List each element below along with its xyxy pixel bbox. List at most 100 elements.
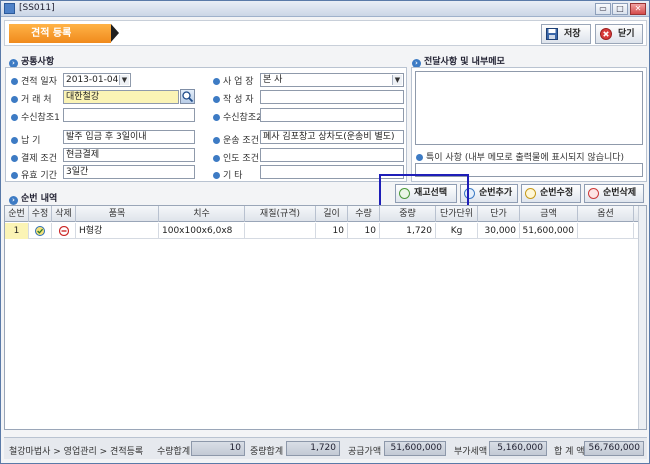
tab-arrow-icon (111, 24, 119, 42)
detail-grid: 순번 수정 삭제 품목 치수 재질(규격) 길이 수량 중량 단가단위 단가 금… (4, 205, 647, 430)
search-icon (182, 91, 194, 103)
common-title-text: 공통사항 (21, 57, 55, 67)
row-delete-label: 순번삭제 (603, 188, 637, 198)
cell-qty: 10 (348, 223, 380, 239)
client-label: 거 래 처 (11, 92, 52, 105)
delivery-field[interactable]: 발주 입금 후 3일이내 (63, 130, 195, 144)
col-weight[interactable]: 중량 (380, 206, 436, 222)
status-bar: 철강마법사 > 영업관리 > 견적등록 수량합계 10 중량합계 1,720 공… (4, 437, 647, 459)
ref2-field[interactable] (260, 108, 404, 122)
close-label: 닫기 (618, 29, 635, 39)
vat-value: 5,160,000 (489, 441, 547, 456)
cell-material (245, 223, 316, 239)
grid-vertical-scrollbar[interactable] (638, 206, 646, 429)
app-window: [SS011] ▭ □ ✕ 견적 등록 저장 닫기 › 공통사항 견적 일자 20… (0, 0, 650, 464)
memo-textarea[interactable] (415, 71, 643, 145)
common-section-title: › 공통사항 (9, 54, 54, 68)
cell-price: 30,000 (478, 223, 520, 239)
validity-label: 유효 기간 (11, 168, 57, 181)
transport-value: 폐사 김포창고 상차도(운송비 별도) (263, 132, 395, 142)
col-amount[interactable]: 금액 (520, 206, 578, 222)
vat-label: 부가세액 (454, 447, 488, 457)
validity-field[interactable]: 3일간 (63, 165, 195, 179)
row-edit-cell[interactable] (29, 223, 52, 239)
delivery-label: 납 기 (11, 133, 40, 146)
table-row[interactable]: 1 H형강 100x100x6,0x8 10 10 1,720 Kg 30,00… (5, 223, 639, 239)
edit-icon (525, 188, 536, 199)
chevron-down-icon[interactable]: ▼ (119, 75, 129, 85)
memo-title-text: 전달사항 및 내부메모 (424, 57, 505, 67)
writer-label: 작 성 자 (213, 92, 254, 105)
col-seq[interactable]: 순번 (5, 206, 29, 222)
row-delete-button[interactable]: 순번삭제 (584, 184, 644, 203)
weight-total-value: 1,720 (286, 441, 340, 456)
client-value: 대한철강 (66, 92, 100, 102)
cell-item: H형강 (76, 223, 159, 239)
col-delete[interactable]: 삭제 (52, 206, 76, 222)
client-field[interactable]: 대한철강 (63, 90, 179, 104)
col-option[interactable]: 옵션 (578, 206, 634, 222)
ref2-label: 수신참조2 (213, 110, 262, 123)
supply-value: 51,600,000 (384, 441, 446, 456)
row-delete-cell[interactable] (52, 223, 76, 239)
detail-section-title: › 순번 내역 (9, 191, 57, 205)
supply-label: 공급가액 (348, 447, 382, 457)
cell-option (578, 223, 634, 239)
cell-size: 100x100x6,0x8 (159, 223, 245, 239)
grid-header: 순번 수정 삭제 품목 치수 재질(규격) 길이 수량 중량 단가단위 단가 금… (5, 206, 639, 222)
save-button[interactable]: 저장 (541, 24, 591, 44)
branch-label: 사 업 장 (213, 74, 254, 87)
col-price[interactable]: 단가 (478, 206, 520, 222)
close-button[interactable]: 닫기 (595, 24, 643, 44)
col-item[interactable]: 품목 (76, 206, 159, 222)
chevron-down-icon[interactable]: ▼ (392, 75, 402, 85)
maximize-button[interactable]: □ (612, 3, 628, 15)
cell-amount: 51,600,000 (520, 223, 578, 239)
row-edit-label: 순번수정 (540, 188, 574, 198)
cell-unit: Kg (436, 223, 478, 239)
validity-value: 3일간 (66, 167, 89, 177)
transport-label: 운송 조건 (213, 133, 259, 146)
save-icon (546, 28, 558, 40)
col-size[interactable]: 치수 (159, 206, 245, 222)
ref1-label: 수신참조1 (11, 110, 60, 123)
col-qty[interactable]: 수량 (348, 206, 380, 222)
client-search-button[interactable] (180, 89, 195, 104)
payment-label: 결제 조건 (11, 151, 57, 164)
col-edit[interactable]: 수정 (29, 206, 52, 222)
handover-label: 인도 조건 (213, 151, 259, 164)
common-panel: 견적 일자 2013-01-04 ▼ 사 업 장 본 사 ▼ 거 래 처 대한철강 … (5, 67, 407, 182)
col-length[interactable]: 길이 (316, 206, 348, 222)
memo-section-title: › 전달사항 및 내부메모 (412, 54, 505, 68)
sum-label: 합 계 액 (554, 447, 585, 457)
estimate-date-value: 2013-01-04 (66, 75, 119, 85)
app-icon (4, 3, 15, 14)
row-edit-button[interactable]: 순번수정 (521, 184, 581, 203)
weight-total-label: 중량합계 (250, 447, 284, 457)
title-bar: [SS011] ▭ □ ✕ (1, 1, 649, 17)
close-icon (600, 28, 612, 40)
etc-label: 기 타 (213, 168, 242, 181)
col-material[interactable]: 재질(규격) (245, 206, 316, 222)
writer-field[interactable] (260, 90, 404, 104)
estimate-date-field[interactable]: 2013-01-04 ▼ (63, 73, 131, 87)
branch-select[interactable]: 본 사 ▼ (260, 73, 404, 87)
minimize-button[interactable]: ▭ (595, 3, 611, 15)
payment-field[interactable]: 현금결제 (63, 148, 195, 162)
edit-icon (35, 226, 45, 236)
page-title-tab: 견적 등록 (9, 24, 111, 43)
qty-total-label: 수량합계 (157, 447, 191, 457)
detail-title-text: 순번 내역 (21, 194, 58, 204)
cell-seq: 1 (5, 223, 29, 239)
page-header: 견적 등록 저장 닫기 (4, 20, 647, 46)
ref1-field[interactable] (63, 108, 195, 122)
close-window-button[interactable]: ✕ (630, 3, 646, 15)
col-unit[interactable]: 단가단위 (436, 206, 478, 222)
section-arrow-icon: › (9, 196, 18, 205)
delete-icon (58, 225, 69, 237)
sum-value: 56,760,000 (584, 441, 644, 456)
estimate-date-label: 견적 일자 (11, 74, 57, 87)
handover-field[interactable] (260, 148, 404, 162)
transport-field[interactable]: 폐사 김포창고 상차도(운송비 별도) (260, 130, 404, 144)
cell-length: 10 (316, 223, 348, 239)
